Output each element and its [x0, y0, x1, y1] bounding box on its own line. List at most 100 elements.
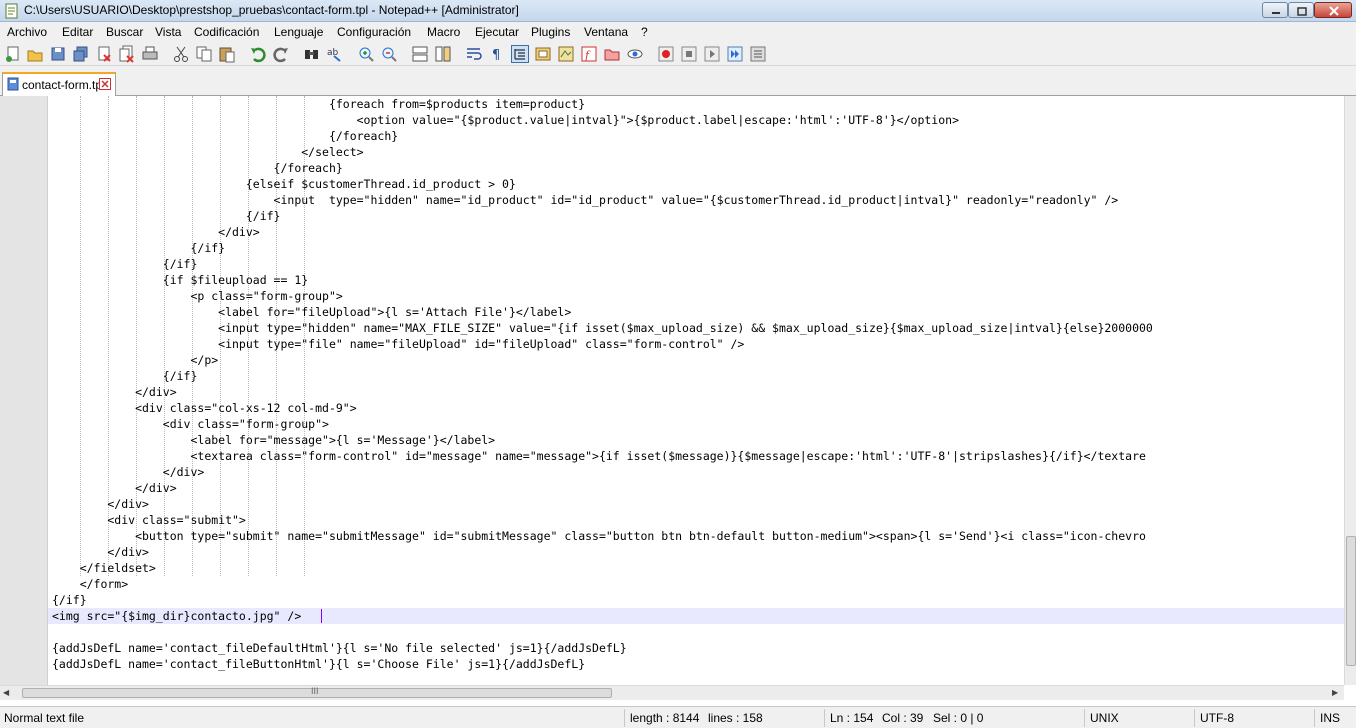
- run-macro-multiple-icon[interactable]: [726, 45, 744, 63]
- tab-contact-form[interactable]: contact-form.tpl: [2, 72, 116, 96]
- indent-guide-icon[interactable]: [511, 45, 529, 63]
- code-line[interactable]: 124 {/foreach}: [48, 128, 1344, 144]
- code-line[interactable]: 128 <input type="hidden" name="id_produc…: [48, 192, 1344, 208]
- code-line[interactable]: 123 <option value="{$product.value|intva…: [48, 112, 1344, 128]
- code-line[interactable]: 130 </div>: [48, 224, 1344, 240]
- show-all-chars-icon[interactable]: ¶: [488, 45, 506, 63]
- menu-ventana[interactable]: Ventana: [584, 25, 628, 39]
- horizontal-scroll-thumb[interactable]: III: [22, 686, 612, 698]
- menu-plugins[interactable]: Plugins: [531, 25, 570, 39]
- menu-buscar[interactable]: Buscar: [106, 25, 143, 39]
- code-line[interactable]: 142 <div class="form-group">: [48, 416, 1344, 432]
- code-line[interactable]: 146 </div>: [48, 480, 1344, 496]
- copy-icon[interactable]: [195, 45, 213, 63]
- replace-icon[interactable]: ab: [326, 45, 344, 63]
- code-line[interactable]: 144 <textarea class="form-control" id="m…: [48, 448, 1344, 464]
- folder-workspace-icon[interactable]: [603, 45, 621, 63]
- open-file-icon[interactable]: [26, 45, 44, 63]
- maximize-button[interactable]: [1288, 2, 1314, 18]
- horizontal-scrollbar[interactable]: ◀ III ▶: [0, 685, 1344, 700]
- code-line[interactable]: 136 <input type="hidden" name="MAX_FILE_…: [48, 320, 1344, 336]
- word-wrap-icon[interactable]: [465, 45, 483, 63]
- code-area[interactable]: 122 {foreach from=$products item=product…: [48, 96, 1344, 685]
- menu-codificacion[interactable]: Codificación: [194, 25, 259, 39]
- code-text: {/if}: [52, 257, 198, 271]
- scroll-right-icon[interactable]: ▶: [1332, 688, 1338, 697]
- close-all-icon[interactable]: [118, 45, 136, 63]
- code-line[interactable]: 148 <div class="submit">: [48, 512, 1344, 528]
- redo-icon[interactable]: [272, 45, 290, 63]
- code-line[interactable]: 152 </form>: [48, 576, 1344, 592]
- code-line[interactable]: 125 </select>: [48, 144, 1344, 160]
- doc-map-icon[interactable]: [557, 45, 575, 63]
- code-line[interactable]: 150 </div>: [48, 544, 1344, 560]
- code-line[interactable]: 140 </div>: [48, 384, 1344, 400]
- code-line[interactable]: 131 {/if}: [48, 240, 1344, 256]
- code-line[interactable]: 127 {elseif $customerThread.id_product >…: [48, 176, 1344, 192]
- print-icon[interactable]: [141, 45, 159, 63]
- menu-lenguaje[interactable]: Lenguaje: [274, 25, 323, 39]
- stop-macro-icon[interactable]: [680, 45, 698, 63]
- code-line[interactable]: 134 <p class="form-group">: [48, 288, 1344, 304]
- code-text: <option value="{$product.value|intval}">…: [52, 113, 959, 127]
- code-line[interactable]: 133 {if $fileupload == 1}: [48, 272, 1344, 288]
- close-tab-icon[interactable]: [99, 78, 111, 90]
- code-line[interactable]: 155: [48, 624, 1344, 640]
- code-line[interactable]: 126 {/foreach}: [48, 160, 1344, 176]
- code-line[interactable]: 132 {/if}: [48, 256, 1344, 272]
- code-line[interactable]: 139 {/if}: [48, 368, 1344, 384]
- code-line[interactable]: 153{/if}: [48, 592, 1344, 608]
- menu-ejecutar[interactable]: Ejecutar: [475, 25, 519, 39]
- status-col: Col : 39: [882, 711, 924, 725]
- sync-vertical-icon[interactable]: [411, 45, 429, 63]
- new-file-icon[interactable]: [4, 45, 22, 63]
- minimize-button[interactable]: [1262, 2, 1288, 18]
- find-icon[interactable]: [303, 45, 321, 63]
- vertical-scrollbar[interactable]: [1344, 96, 1356, 685]
- code-line[interactable]: 158: [48, 672, 1344, 685]
- menu-archivo[interactable]: Archivo: [7, 25, 47, 39]
- paste-icon[interactable]: [218, 45, 236, 63]
- menu-help[interactable]: ?: [641, 25, 648, 39]
- menu-macro[interactable]: Macro: [427, 25, 460, 39]
- status-bar: Normal text file length : 8144 lines : 1…: [0, 706, 1356, 728]
- code-line[interactable]: 135 <label for="fileUpload">{l s='Attach…: [48, 304, 1344, 320]
- editor[interactable]: 122 {foreach from=$products item=product…: [0, 96, 1356, 685]
- code-line[interactable]: 147 </div>: [48, 496, 1344, 512]
- code-line[interactable]: 151 </fieldset>: [48, 560, 1344, 576]
- menu-editar[interactable]: Editar: [62, 25, 93, 39]
- code-line[interactable]: 156{addJsDefL name='contact_fileDefaultH…: [48, 640, 1344, 656]
- record-macro-icon[interactable]: [657, 45, 675, 63]
- code-line[interactable]: 143 <label for="message">{l s='Message'}…: [48, 432, 1344, 448]
- code-line[interactable]: 149 <button type="submit" name="submitMe…: [48, 528, 1344, 544]
- zoom-out-icon[interactable]: [380, 45, 398, 63]
- save-all-icon[interactable]: [72, 45, 90, 63]
- code-line[interactable]: 157{addJsDefL name='contact_fileButtonHt…: [48, 656, 1344, 672]
- save-icon[interactable]: [49, 45, 67, 63]
- code-line[interactable]: 138 </p>: [48, 352, 1344, 368]
- sync-horizontal-icon[interactable]: [434, 45, 452, 63]
- status-lines: lines : 158: [708, 711, 763, 725]
- user-lang-icon[interactable]: [534, 45, 552, 63]
- zoom-in-icon[interactable]: [357, 45, 375, 63]
- play-macro-icon[interactable]: [703, 45, 721, 63]
- code-line[interactable]: 129 {/if}: [48, 208, 1344, 224]
- close-window-button[interactable]: [1314, 2, 1352, 18]
- save-macro-icon[interactable]: [749, 45, 767, 63]
- monitoring-icon[interactable]: [626, 45, 644, 63]
- close-icon[interactable]: [95, 45, 113, 63]
- code-line[interactable]: 154<img src="{$img_dir}contacto.jpg" />: [48, 608, 1344, 624]
- code-line[interactable]: 122 {foreach from=$products item=product…: [48, 96, 1344, 112]
- menu-vista[interactable]: Vista: [155, 25, 181, 39]
- cut-icon[interactable]: [172, 45, 190, 63]
- code-line[interactable]: 145 </div>: [48, 464, 1344, 480]
- function-list-icon[interactable]: f: [580, 45, 598, 63]
- vertical-scroll-thumb[interactable]: [1346, 536, 1356, 666]
- window-title: C:\Users\USUARIO\Desktop\prestshop_prueb…: [24, 3, 519, 17]
- code-line[interactable]: 137 <input type="file" name="fileUpload"…: [48, 336, 1344, 352]
- scroll-left-icon[interactable]: ◀: [3, 688, 9, 697]
- code-line[interactable]: 141 <div class="col-xs-12 col-md-9">: [48, 400, 1344, 416]
- undo-icon[interactable]: [249, 45, 267, 63]
- menu-configuracion[interactable]: Configuración: [337, 25, 411, 39]
- status-insert-mode: INS: [1320, 711, 1341, 725]
